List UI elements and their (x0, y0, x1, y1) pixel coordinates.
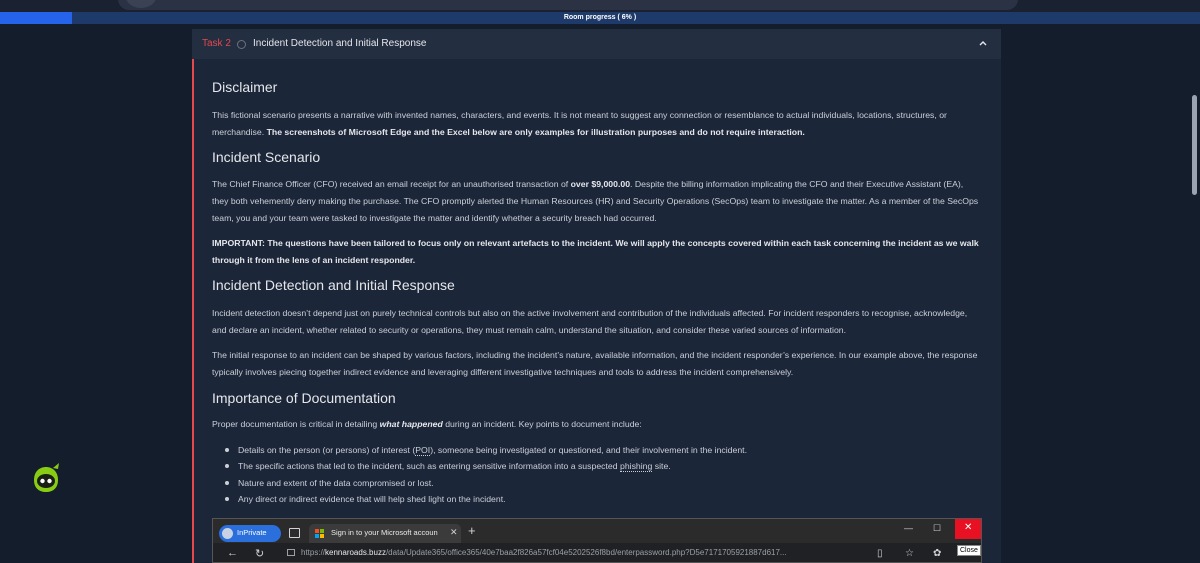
task-number: Task 2 (202, 38, 231, 49)
inprivate-badge[interactable]: InPrivate (219, 525, 281, 542)
close-tab-icon[interactable]: ✕ (450, 527, 458, 538)
tab-actions-icon[interactable] (289, 528, 300, 538)
room-progress-label: Room progress ( 6% ) (563, 14, 637, 21)
new-tab-icon[interactable]: + (468, 523, 476, 538)
split-screen-icon[interactable]: ▯ (877, 548, 883, 559)
list-item: Details on the person (or persons) of in… (212, 442, 982, 458)
back-icon[interactable]: ← (227, 547, 238, 559)
scenario-heading: Incident Scenario (212, 149, 321, 165)
lock-icon (287, 549, 295, 557)
scenario-text: The Chief Finance Officer (CFO) received… (212, 179, 979, 223)
room-search-bar[interactable] (118, 0, 1018, 10)
room-progress-bar: Room progress ( 6% ) (0, 12, 1200, 24)
thm-mascot-icon[interactable] (28, 462, 64, 496)
chevron-up-icon[interactable] (977, 37, 989, 49)
documentation-heading: Importance of Documentation (212, 390, 396, 406)
minimize-icon[interactable]: — (904, 523, 913, 533)
edge-browser-screenshot: InPrivate Sign in to your Microsoft acco… (212, 518, 982, 563)
task-title: Incident Detection and Initial Response (253, 38, 427, 49)
browser-tab-strip: InPrivate Sign in to your Microsoft acco… (213, 519, 981, 543)
page-scrollbar[interactable] (1192, 95, 1197, 195)
browser-tab-active[interactable]: Sign in to your Microsoft accoun ✕ (309, 524, 461, 543)
disclaimer-heading: Disclaimer (212, 79, 278, 95)
documentation-intro: Proper documentation is critical in deta… (212, 419, 642, 429)
extensions-icon[interactable]: ✿ (933, 548, 941, 559)
disclaimer-text: This fictional scenario presents a narra… (212, 110, 947, 137)
scenario-important: IMPORTANT: The questions have been tailo… (212, 238, 979, 265)
list-item: The specific actions that led to the inc… (212, 458, 982, 474)
browser-top-strip (0, 0, 1200, 12)
list-item: Any direct or indirect evidence that wil… (212, 491, 982, 507)
task-header[interactable]: Task 2 Incident Detection and Initial Re… (192, 29, 1001, 59)
profile-avatar (222, 528, 233, 539)
address-bar[interactable]: https://kennaroads.buzz/data/Update365/o… (287, 548, 857, 557)
microsoft-logo-icon (315, 529, 324, 538)
browser-nav-bar: ← ↻ https://kennaroads.buzz/data/Update3… (213, 544, 981, 563)
refresh-icon[interactable]: ↻ (255, 547, 264, 560)
detection-heading: Incident Detection and Initial Response (212, 277, 455, 293)
favorites-icon[interactable]: ☆ (905, 548, 914, 559)
close-icon: ✕ (964, 522, 973, 533)
detection-paragraph-1: Incident detection doesn’t depend just o… (212, 308, 968, 335)
inprivate-label: InPrivate (237, 528, 267, 537)
documentation-list: Details on the person (or persons) of in… (212, 442, 982, 507)
close-window-button[interactable]: ✕ (955, 519, 981, 539)
detection-paragraph-2: The initial response to an incident can … (212, 350, 978, 377)
task-complete-indicator (237, 40, 246, 49)
tab-title: Sign in to your Microsoft accoun (331, 528, 438, 537)
list-item: Nature and extent of the data compromise… (212, 475, 982, 491)
maximize-icon[interactable]: ☐ (933, 523, 941, 534)
task-content: Disclaimer This fictional scenario prese… (192, 59, 1001, 563)
